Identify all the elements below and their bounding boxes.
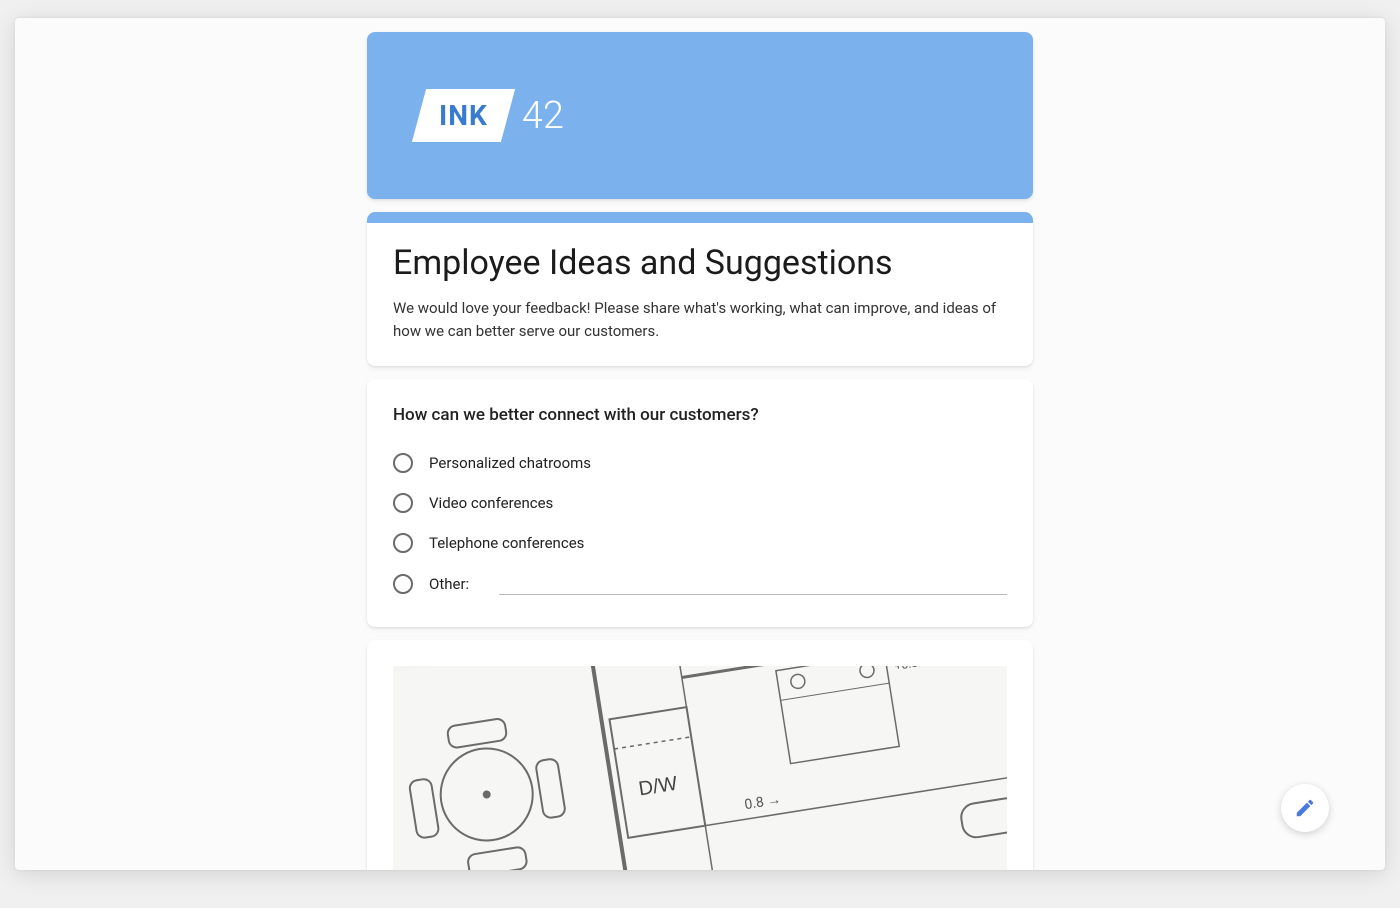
form-title: Employee Ideas and Suggestions xyxy=(393,243,1007,283)
radio-option-other[interactable]: Other: xyxy=(393,573,1007,595)
question-prompt: How can we better connect with our custo… xyxy=(393,405,1007,425)
radio-option[interactable]: Telephone conferences xyxy=(393,533,1007,553)
radio-icon xyxy=(393,533,413,553)
radio-icon xyxy=(393,453,413,473)
edit-button[interactable] xyxy=(1281,784,1329,832)
logo-number: 42 xyxy=(522,94,564,138)
option-label: Video conferences xyxy=(429,494,553,512)
accent-bar xyxy=(367,212,1033,223)
radio-option[interactable]: Personalized chatrooms xyxy=(393,453,1007,473)
form-column: INK 42 Employee Ideas and Suggestions We… xyxy=(367,18,1033,870)
question-card: How can we better connect with our custo… xyxy=(367,379,1033,627)
radio-option[interactable]: Video conferences xyxy=(393,493,1007,513)
logo-badge: INK xyxy=(412,89,515,142)
pencil-icon xyxy=(1294,797,1316,819)
logo-text: INK xyxy=(439,99,488,132)
form-page: INK 42 Employee Ideas and Suggestions We… xyxy=(15,18,1385,870)
title-card: Employee Ideas and Suggestions We would … xyxy=(367,212,1033,366)
other-input[interactable] xyxy=(499,573,1007,595)
logo: INK 42 xyxy=(419,89,564,142)
banner-card: INK 42 xyxy=(367,32,1033,199)
floorplan-image: D/W 0.8 → +0.82 xyxy=(393,666,1007,870)
option-label: Personalized chatrooms xyxy=(429,454,591,472)
radio-icon xyxy=(393,493,413,513)
radio-icon xyxy=(393,574,413,594)
option-label: Telephone conferences xyxy=(429,534,584,552)
form-description: We would love your feedback! Please shar… xyxy=(393,297,1007,342)
image-card: D/W 0.8 → +0.82 xyxy=(367,640,1033,870)
option-other-label: Other: xyxy=(429,575,469,593)
